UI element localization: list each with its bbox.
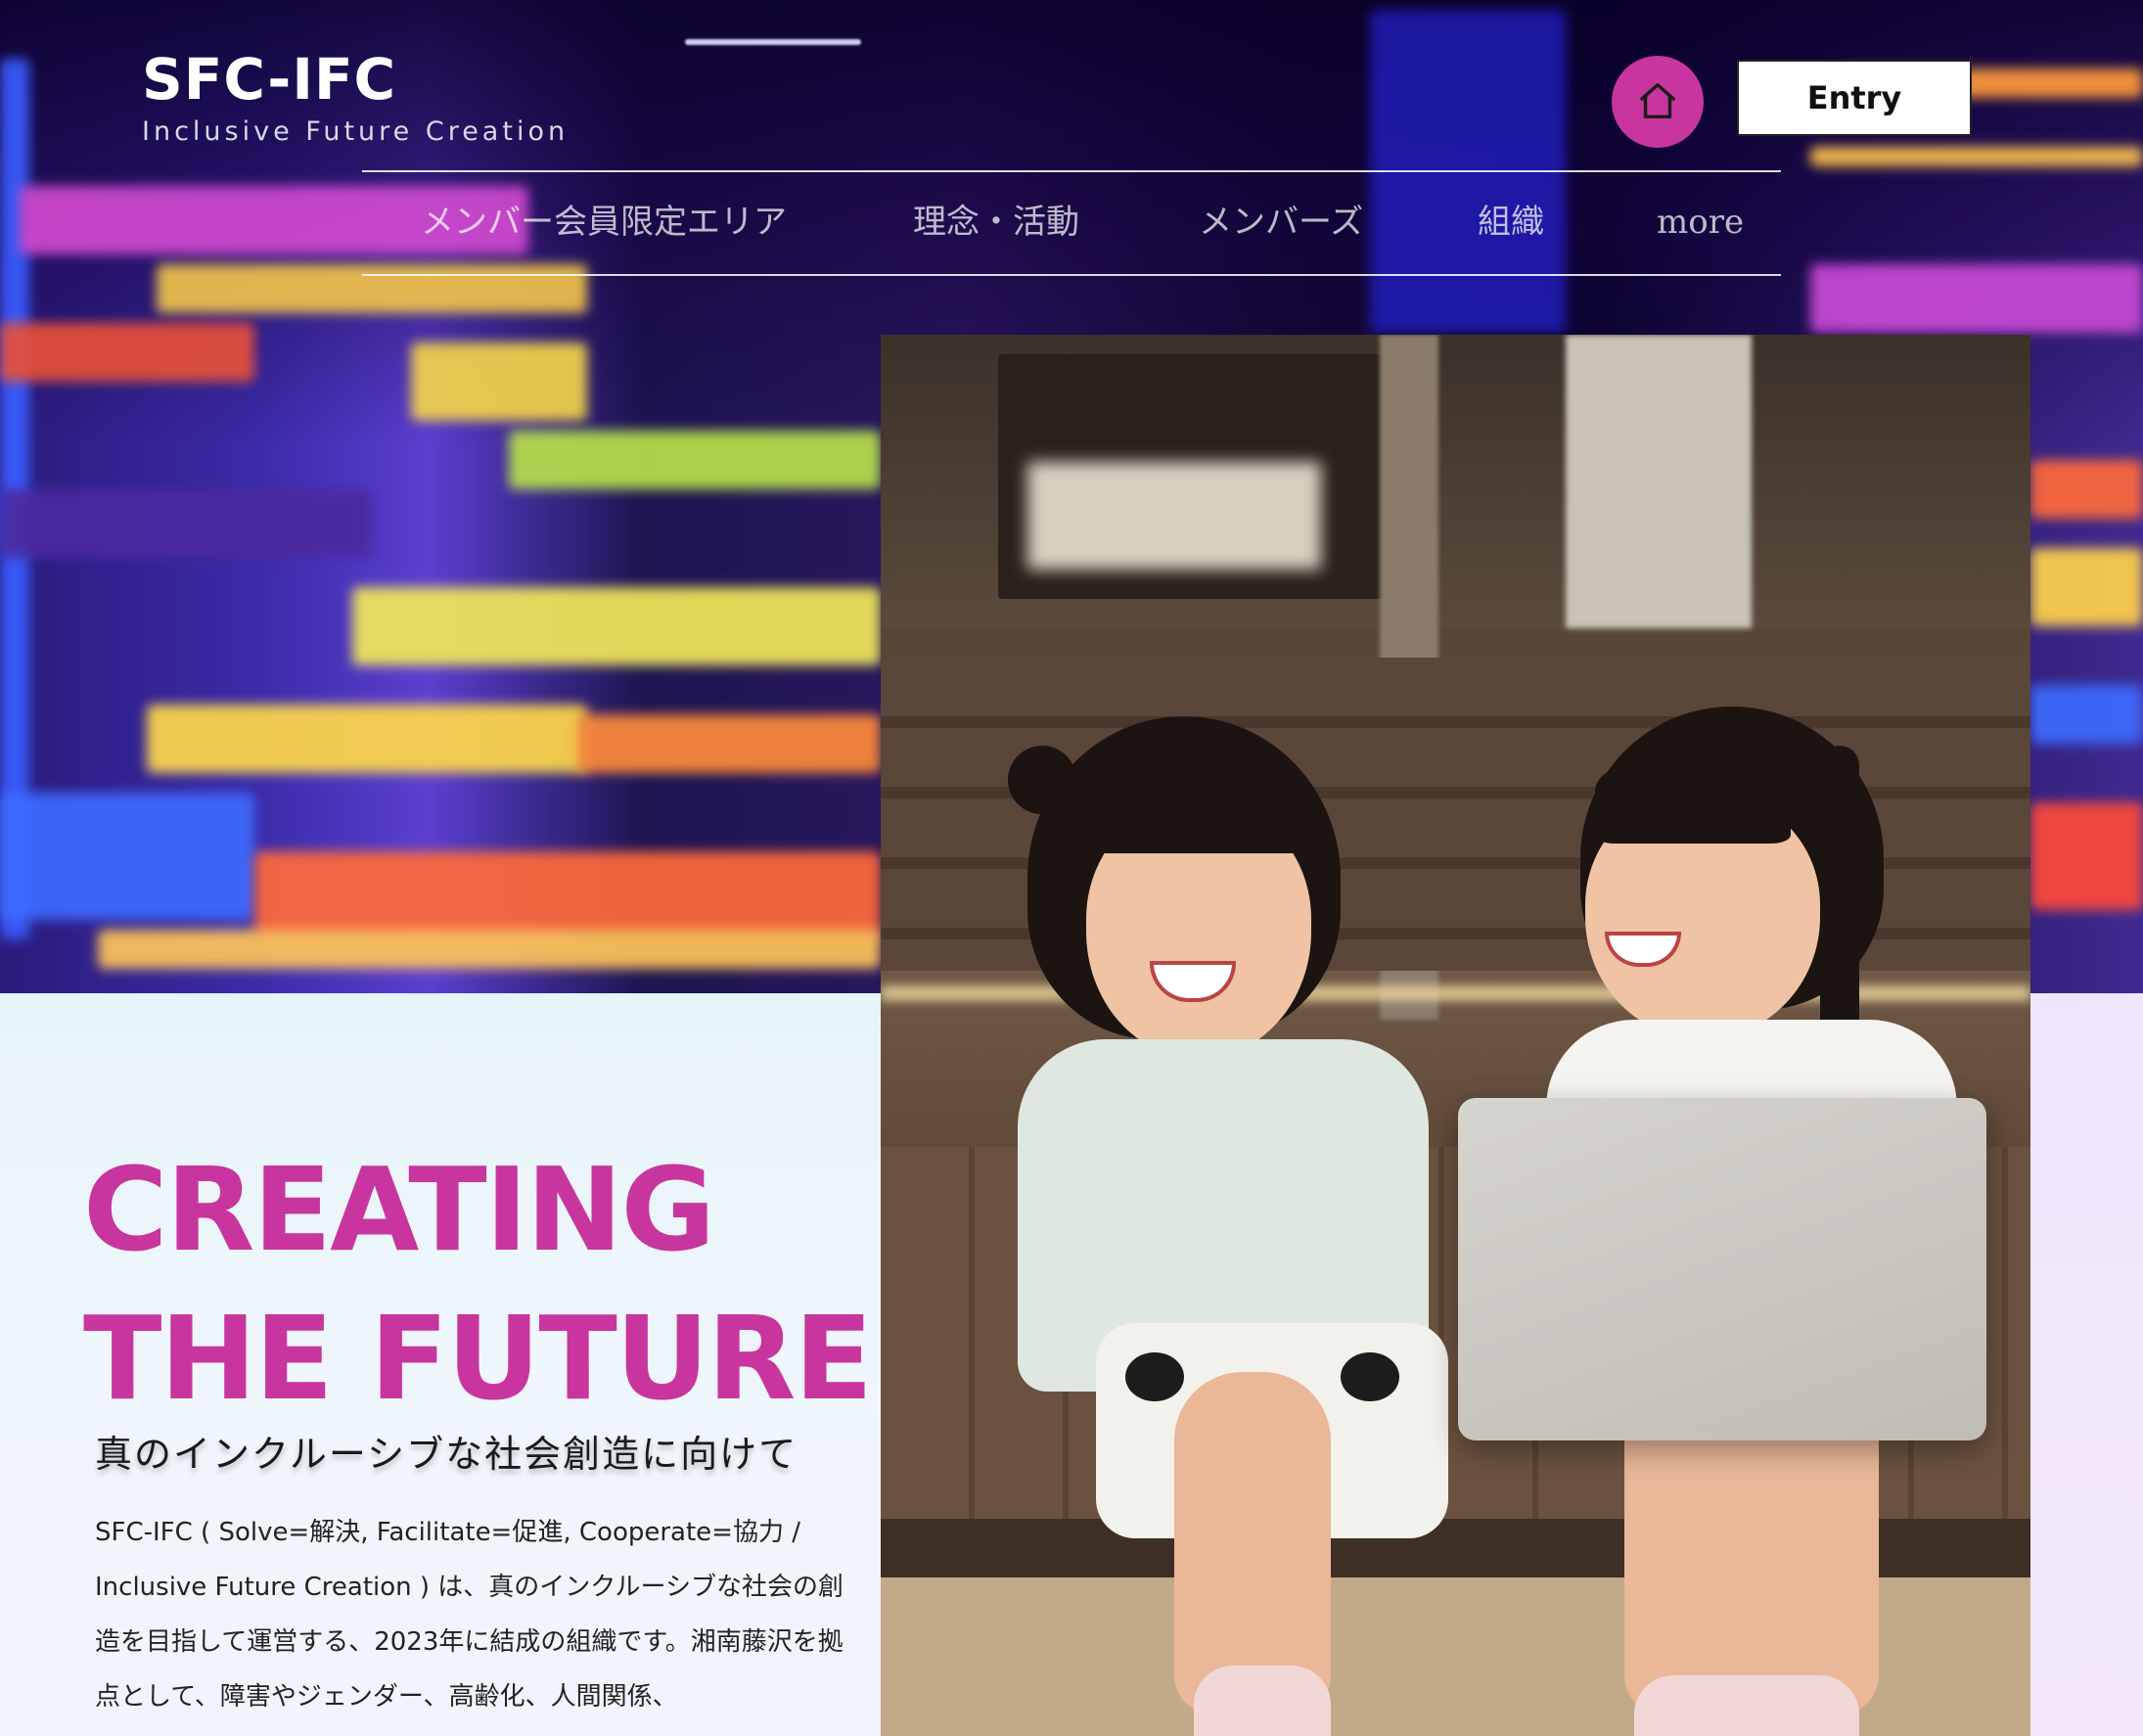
hero-headline-line1: CREATING	[83, 1142, 715, 1277]
neon-streak	[685, 39, 861, 45]
hero-headline-line2: THE FUTURE	[83, 1291, 873, 1426]
nav-item-member-area[interactable]: メンバー会員限定エリア	[421, 198, 787, 247]
neon-streak	[509, 431, 881, 489]
neon-streak	[254, 851, 881, 939]
entry-button[interactable]: Entry	[1737, 60, 1972, 136]
page: SFC-IFC Inclusive Future Creation Entry …	[0, 0, 2143, 1736]
neon-streak	[0, 793, 254, 920]
left-girl-legs	[1174, 1372, 1331, 1714]
hero-description: SFC-IFC ( Solve=解決, Facilitate=促進, Coope…	[95, 1518, 844, 1712]
nav-item-philosophy[interactable]: 理念・活動	[913, 198, 1079, 247]
laptop	[1458, 1098, 1986, 1440]
main-nav: メンバー会員限定エリア 理念・活動 メンバーズ 組織 more	[362, 170, 1781, 276]
neon-streak	[411, 343, 587, 421]
neon-streak	[2030, 685, 2143, 744]
neon-streak	[1810, 264, 2143, 333]
neon-streak	[98, 930, 881, 969]
neon-streak	[147, 705, 587, 773]
left-girl-bun	[1008, 746, 1076, 814]
hero-subheading: 真のインクルーシブな社会創造に向けて	[95, 1433, 798, 1476]
logo-title[interactable]: SFC-IFC	[142, 45, 396, 114]
logo-subtitle: Inclusive Future Creation	[142, 116, 570, 147]
photo-window-light	[1027, 462, 1321, 570]
home-button[interactable]	[1612, 56, 1704, 148]
neon-streak	[2030, 802, 2143, 910]
hero-headline: CREATING THE FUTURE	[83, 1135, 873, 1433]
nav-item-more[interactable]: more	[1657, 198, 1744, 247]
shorts-spot	[1341, 1352, 1399, 1401]
left-girl-shoe	[1194, 1666, 1331, 1736]
neon-streak	[352, 587, 881, 665]
right-girl-bangs	[1595, 755, 1791, 844]
neon-streak	[0, 323, 254, 382]
nav-item-organization[interactable]: 組織	[1478, 198, 1544, 247]
photo-pillar	[1566, 335, 1752, 628]
nav-item-members[interactable]: メンバーズ	[1199, 198, 1363, 247]
right-girl-shoe	[1634, 1675, 1859, 1736]
hero-photo-children-laptop	[881, 335, 2030, 1736]
neon-streak	[577, 714, 881, 773]
hero-side-panel	[2030, 993, 2143, 1736]
neon-streak	[2030, 548, 2143, 626]
neon-streak	[0, 489, 372, 558]
neon-streak	[1810, 147, 2143, 166]
left-girl-bangs	[1086, 765, 1311, 853]
shorts-spot	[1125, 1352, 1184, 1401]
neon-streak	[2030, 460, 2143, 519]
home-icon	[1639, 83, 1676, 119]
